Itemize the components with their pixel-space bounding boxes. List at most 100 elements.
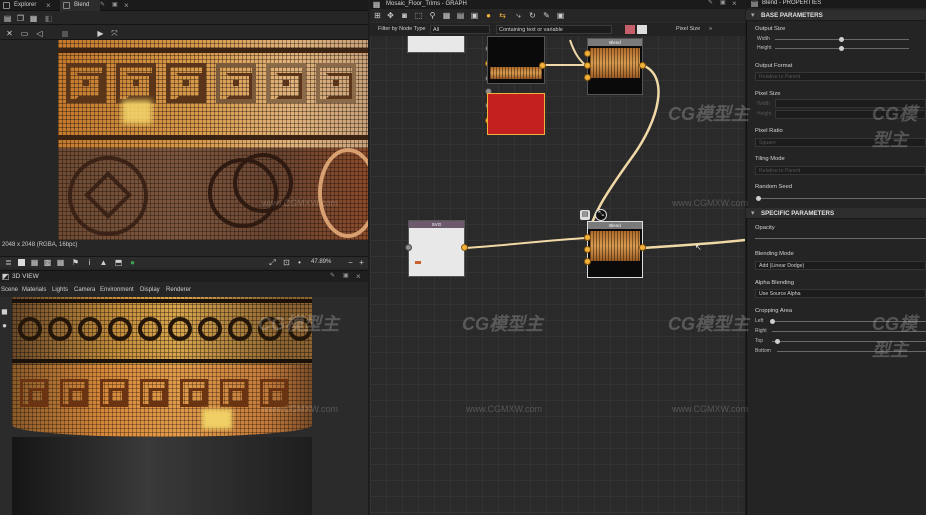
node-type-select[interactable]: All xyxy=(430,25,490,34)
slider-knob[interactable] xyxy=(839,46,844,51)
opacity-slider[interactable] xyxy=(755,238,926,239)
export-icon[interactable]: ▦ xyxy=(29,14,38,23)
light-icon[interactable]: ● xyxy=(0,321,9,330)
search-input[interactable]: Containing text or variable xyxy=(496,25,612,34)
search-icon[interactable]: ⚲ xyxy=(428,11,437,20)
svg-node[interactable]: SVG xyxy=(408,220,465,277)
white-bg-icon[interactable] xyxy=(18,259,25,266)
input-port[interactable] xyxy=(584,74,591,81)
display-icon[interactable]: ▣ xyxy=(556,11,565,20)
tiling-icon[interactable]: ▦ xyxy=(56,258,65,267)
channel-icon[interactable]: ◧ xyxy=(44,14,53,23)
info-icon[interactable]: i xyxy=(85,258,94,267)
slider-knob[interactable] xyxy=(756,196,761,201)
maximize-icon[interactable]: ▣ xyxy=(720,0,726,8)
partial-node[interactable] xyxy=(407,33,465,53)
color-picker-icon[interactable]: ● xyxy=(128,258,137,267)
menu-scene[interactable]: Scene xyxy=(1,287,18,293)
slider-handle[interactable] xyxy=(62,31,68,37)
next-icon[interactable]: ▶ xyxy=(96,29,105,38)
menu-renderer[interactable]: Renderer xyxy=(166,287,191,293)
menu-camera[interactable]: Camera xyxy=(74,287,95,293)
node-expand-icon[interactable]: ⤡ xyxy=(595,209,607,221)
input-port[interactable] xyxy=(584,50,591,57)
blend-node-top[interactable]: Blend xyxy=(587,38,643,95)
back-icon[interactable]: ◁ xyxy=(35,29,44,38)
zoom-value[interactable]: 47.89% xyxy=(311,259,331,265)
histogram-icon[interactable]: ▲ xyxy=(99,258,108,267)
move-icon[interactable]: ✥ xyxy=(386,11,395,20)
zoom-in-icon[interactable]: + xyxy=(357,258,366,267)
base-parameters-section[interactable]: ▾ BASE PARAMETERS xyxy=(746,10,926,21)
frame-icon[interactable]: ⬚ xyxy=(414,11,423,20)
black-node[interactable] xyxy=(487,36,545,84)
color-icon[interactable]: ● xyxy=(484,11,493,20)
pin-icon[interactable]: ✎ xyxy=(708,0,713,8)
blend-node-selected[interactable]: Blend xyxy=(587,221,643,278)
menu-environment[interactable]: Environment xyxy=(100,287,134,293)
align-icon[interactable]: ▣ xyxy=(470,11,479,20)
node-doc-icon[interactable]: ▤ xyxy=(580,210,590,220)
tiling-mode-select[interactable]: Relative to Parent xyxy=(755,166,926,175)
red-node[interactable] xyxy=(487,93,545,135)
chevron-right-icon[interactable]: » xyxy=(709,26,712,32)
input-port[interactable] xyxy=(584,258,591,265)
fit-icon[interactable]: ⤧ xyxy=(110,29,119,38)
camera-icon[interactable]: ◼ xyxy=(0,307,9,316)
channels-icon[interactable]: ⚑ xyxy=(71,258,80,267)
output-format-select[interactable]: Relative to Parent xyxy=(755,72,926,81)
close-panel-icon[interactable]: × xyxy=(732,0,737,8)
maximize-icon[interactable]: ▣ xyxy=(112,0,118,11)
graph-canvas[interactable]: Blend SVG ▤ ⤡ Blend ↖ xyxy=(370,0,745,515)
output-port[interactable] xyxy=(539,62,546,69)
input-port[interactable] xyxy=(584,62,591,69)
zoom-reset-icon[interactable]: ⊡ xyxy=(282,258,291,267)
toggle-icon[interactable] xyxy=(625,25,635,34)
pin-icon[interactable]: ✎ xyxy=(330,271,335,282)
layers-icon[interactable]: ≣ xyxy=(4,258,13,267)
grid-icon[interactable]: ▦ xyxy=(30,258,39,267)
input-port[interactable] xyxy=(405,244,412,251)
maximize-icon[interactable]: ▣ xyxy=(343,271,349,282)
zoom-out-icon[interactable]: − xyxy=(346,258,355,267)
refresh-icon[interactable]: ↻ xyxy=(528,11,537,20)
menu-materials[interactable]: Materials xyxy=(22,287,46,293)
slider-knob[interactable] xyxy=(839,37,844,42)
zoom-dot-icon[interactable]: • xyxy=(295,258,304,267)
connect-icon[interactable]: ⤷ xyxy=(514,11,523,20)
pin-icon[interactable]: ✎ xyxy=(100,0,105,11)
alpha-blending-select[interactable]: Use Source Alpha xyxy=(755,289,926,298)
specific-parameters-section[interactable]: ▾ SPECIFIC PARAMETERS xyxy=(746,208,926,219)
tab-explorer[interactable]: Explorer xyxy=(0,0,45,11)
output-port[interactable] xyxy=(639,62,646,69)
output-port[interactable] xyxy=(639,244,646,251)
slider-knob[interactable] xyxy=(770,319,775,324)
save-icon[interactable]: ▤ xyxy=(3,14,12,23)
close-panel-icon[interactable]: × xyxy=(124,0,129,11)
zoom-fit-icon[interactable]: ⤢ xyxy=(268,258,277,267)
grid-icon[interactable]: ▦ xyxy=(442,11,451,20)
export-image-icon[interactable]: ⬒ xyxy=(114,258,123,267)
close-panel-icon[interactable]: × xyxy=(356,271,361,282)
menu-display[interactable]: Display xyxy=(140,287,160,293)
close-icon[interactable]: × xyxy=(46,0,51,11)
slider-knob[interactable] xyxy=(775,339,780,344)
copy-icon[interactable]: ❐ xyxy=(16,14,25,23)
toggle-icon[interactable] xyxy=(637,25,647,34)
input-port[interactable] xyxy=(584,234,591,241)
output-port[interactable] xyxy=(461,244,468,251)
blending-mode-select[interactable]: Add (Linear Dodge) xyxy=(755,261,926,270)
menu-lights[interactable]: Lights xyxy=(52,287,68,293)
view2d-canvas[interactable] xyxy=(58,40,368,240)
folder-icon[interactable]: ▭ xyxy=(20,29,29,38)
camera-icon[interactable]: ◙ xyxy=(400,11,409,20)
layout-icon[interactable]: ▤ xyxy=(456,11,465,20)
checker-icon[interactable]: ▩ xyxy=(43,258,52,267)
random-seed-slider[interactable] xyxy=(760,198,926,199)
select-icon[interactable]: ⊞ xyxy=(373,11,382,20)
tab-blend[interactable]: Blend xyxy=(60,0,100,11)
input-port[interactable] xyxy=(584,246,591,253)
close-x-icon[interactable]: ✕ xyxy=(5,29,14,38)
edit-icon[interactable]: ✎ xyxy=(542,11,551,20)
link-icon[interactable]: ⇆ xyxy=(498,11,507,20)
